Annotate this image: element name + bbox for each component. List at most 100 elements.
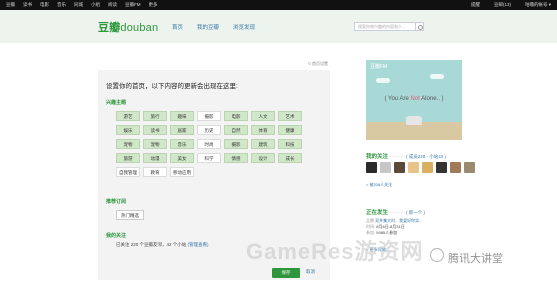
save-button[interactable]: 保存	[272, 268, 300, 278]
interest-tag[interactable]: 移动应用	[170, 167, 194, 177]
sidebar-follow-meta[interactable]: · · · · · · ( 成员220 · 小站42 )	[390, 154, 447, 159]
fm-slogan-pre: ( You Are	[384, 96, 411, 102]
sidebar-follow-title: 我的关注	[366, 154, 389, 160]
car-illustration	[406, 116, 422, 125]
event-line-label: 品牌	[366, 218, 374, 223]
watermark-gameres: GameRes游资网	[246, 239, 424, 264]
interest-tag[interactable]: 美女	[170, 153, 194, 163]
home-settings-link[interactable]: © 首页设置	[308, 61, 328, 67]
logo-en: douban	[120, 22, 159, 34]
interest-tag[interactable]: 时尚	[197, 139, 221, 149]
interest-tag[interactable]: 动漫	[143, 153, 167, 163]
cloud-shape	[376, 78, 390, 83]
interest-tag[interactable]: 自然	[224, 125, 248, 135]
manage-follow-link[interactable]: (管理查看)	[188, 242, 209, 247]
event-heading: 正在发生 · · · · · · ( 新一个 )	[366, 208, 425, 216]
fm-slogan-post: Alone.. )	[419, 96, 444, 102]
interest-tag[interactable]: 科学	[197, 153, 221, 163]
interest-tag[interactable]: 摄影	[197, 111, 221, 121]
interest-tag-grid: 游艺 旅行 趣味 摄影 电影 人文 艺术 娱乐 读书 居家 历史 自然 体育 健康 宠物 宠物 音乐 时尚 摄影 建筑…	[116, 111, 302, 177]
watermark-tencent: 腾讯大讲堂	[448, 253, 503, 265]
follow-summary: 已关注 220 个豆瓣友邻，42 个小站 (管理查看)	[116, 242, 209, 248]
global-nav-item[interactable]: 小组	[91, 1, 100, 9]
event-line-label: 时间:	[366, 224, 376, 229]
global-top-bar: 豆瓣 读书 电影 音乐 同城 小组 阅读 豆瓣FM 更多 提醒 豆邮(13) 咕噜的帐号 ▾	[0, 0, 557, 10]
interest-tag[interactable]: 教育	[143, 167, 167, 177]
avatar[interactable]	[408, 162, 419, 173]
follow-avatars	[366, 162, 475, 173]
wechat-icon	[430, 248, 444, 262]
interest-heading: 兴趣主题	[106, 100, 127, 106]
event-line-text: 8月6日-8月31日	[376, 224, 405, 229]
interest-tag[interactable]: 读书	[143, 125, 167, 135]
global-nav-item[interactable]: 电影	[40, 1, 49, 9]
cancel-link[interactable]: 取消	[306, 269, 315, 275]
fm-title: 豆瓣FM	[370, 64, 388, 70]
avatar[interactable]	[380, 162, 391, 173]
global-nav-item[interactable]: 更多	[149, 1, 158, 9]
main-nav-item[interactable]: 首页	[172, 23, 183, 31]
fm-slogan-not: Not	[410, 96, 420, 102]
avatar[interactable]	[450, 162, 461, 173]
interest-tag[interactable]: 人文	[251, 111, 275, 121]
global-nav-item[interactable]: 音乐	[57, 1, 66, 9]
douban-logo[interactable]: 豆瓣douban	[98, 19, 158, 35]
follow-heading: 我的关注	[106, 233, 127, 239]
global-nav-item[interactable]: 豆瓣	[6, 1, 15, 9]
follow-text: 已关注 220 个豆瓣友邻，42 个小站	[116, 242, 187, 247]
panel-title: 设置你的首页，以下内容的更新会出现在这里:	[106, 83, 238, 90]
douban-fm-banner[interactable]: 豆瓣FM ( You Are Not Alone.. )	[366, 60, 462, 140]
interest-tag[interactable]: 摄影	[224, 139, 248, 149]
site-header	[0, 10, 557, 43]
cloud-shape	[430, 74, 444, 79]
subscribe-heading: 推荐订阅	[106, 199, 127, 205]
interest-tag[interactable]: 趣味	[170, 111, 194, 121]
event-title: 正在发生	[366, 210, 389, 216]
followers-link[interactable]: > 被208人关注	[366, 182, 392, 188]
account-nav-item[interactable]: 豆邮(13)	[494, 1, 511, 9]
interest-tag[interactable]: 健康	[278, 125, 302, 135]
interest-tag[interactable]: 游艺	[116, 111, 140, 121]
account-nav-item[interactable]: 咕噜的帐号 ▾	[525, 1, 551, 9]
fm-slogan: ( You Are Not Alone.. )	[366, 96, 462, 102]
search-icon[interactable]	[416, 22, 424, 31]
interest-tag[interactable]: 居家	[170, 125, 194, 135]
avatar[interactable]	[366, 162, 377, 173]
interest-tag[interactable]: 自我管理	[116, 167, 140, 177]
interest-tag[interactable]: 设计	[251, 153, 275, 163]
logo-cn: 豆瓣	[98, 22, 121, 34]
event-line-text[interactable]: 双井集大时、我爱好你实...	[375, 218, 422, 223]
interest-tag[interactable]: 音乐	[170, 139, 194, 149]
page-root: 豆瓣 读书 电影 音乐 同城 小组 阅读 豆瓣FM 更多 提醒 豆邮(13) 咕噜的帐号 ▾ 豆瓣d…	[0, 0, 557, 286]
global-nav-item[interactable]: 阅读	[108, 1, 117, 9]
global-nav-item[interactable]: 读书	[23, 1, 32, 9]
interest-tag[interactable]: 宠物	[143, 139, 167, 149]
interest-tag[interactable]: 娱乐	[116, 125, 140, 135]
event-meta[interactable]: · · · · · · ( 新一个 )	[390, 210, 426, 215]
search-input[interactable]: 搜索你感兴趣的内容和人...	[354, 22, 416, 31]
account-nav: 提醒 豆邮(13) 咕噜的帐号 ▾	[471, 1, 551, 9]
main-nav-item[interactable]: 我的豆瓣	[197, 23, 219, 31]
account-nav-item[interactable]: 提醒	[471, 1, 480, 9]
hot-picks-button[interactable]: 热门精选	[116, 210, 144, 220]
main-nav-item[interactable]: 浏览发现	[233, 23, 255, 31]
interest-tag[interactable]: 科技	[278, 139, 302, 149]
avatar[interactable]	[436, 162, 447, 173]
interest-tag[interactable]: 成长	[278, 153, 302, 163]
global-nav-item[interactable]: 同城	[74, 1, 83, 9]
interest-tag[interactable]: 体育	[251, 125, 275, 135]
main-nav: 首页 我的豆瓣 浏览发现	[172, 23, 255, 31]
interest-tag[interactable]: 情感	[224, 153, 248, 163]
interest-tag[interactable]: 电影	[224, 111, 248, 121]
avatar[interactable]	[422, 162, 433, 173]
global-nav-item[interactable]: 豆瓣FM	[125, 1, 141, 9]
interest-tag[interactable]: 建筑	[251, 139, 275, 149]
interest-tag[interactable]: 宠物	[116, 139, 140, 149]
interest-tag[interactable]: 旅游	[116, 153, 140, 163]
avatar[interactable]	[394, 162, 405, 173]
interest-tag[interactable]: 旅行	[143, 111, 167, 121]
avatar[interactable]	[464, 162, 475, 173]
interest-tag[interactable]: 艺术	[278, 111, 302, 121]
global-nav: 豆瓣 读书 电影 音乐 同城 小组 阅读 豆瓣FM 更多	[6, 1, 158, 9]
interest-tag[interactable]: 历史	[197, 125, 221, 135]
